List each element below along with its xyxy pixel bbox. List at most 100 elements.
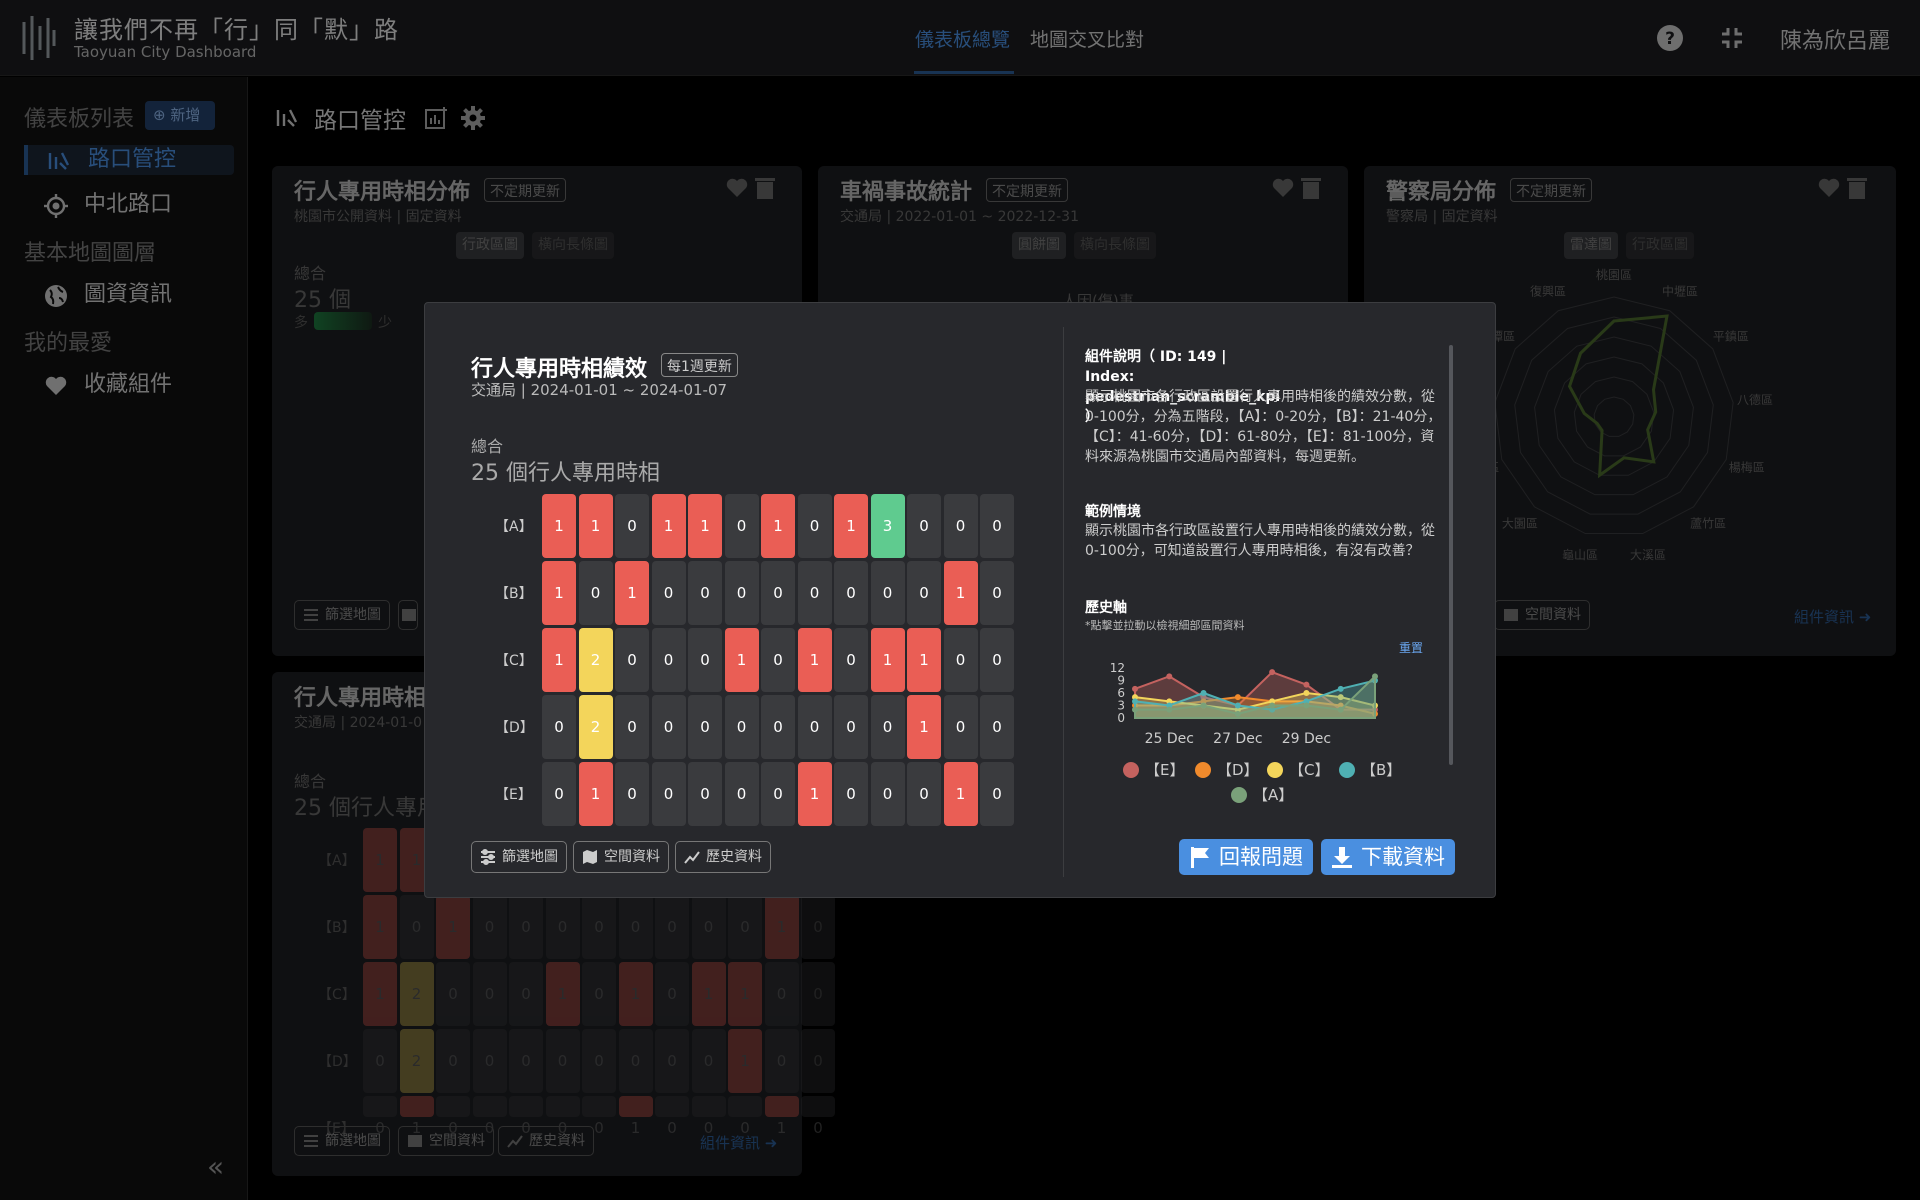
heatmap-cell[interactable]: 0 bbox=[724, 494, 759, 558]
heatmap-cell[interactable]: 1 bbox=[615, 561, 649, 625]
heatmap-cell[interactable]: 0 bbox=[980, 762, 1014, 826]
filter-map-button[interactable]: 篩選地圖 bbox=[471, 841, 567, 873]
heatmap-cell[interactable]: 0 bbox=[980, 561, 1014, 625]
heatmap-cell[interactable]: 0 bbox=[651, 561, 686, 625]
heatmap-cell[interactable]: 0 bbox=[870, 695, 905, 759]
heatmap-cell[interactable]: 2 bbox=[578, 695, 613, 759]
heatmap-cell[interactable]: 3 bbox=[870, 494, 905, 558]
heatmap-cell[interactable]: 0 bbox=[834, 561, 868, 625]
heatmap-cell[interactable]: 2 bbox=[578, 628, 613, 692]
heatmap-cell[interactable]: 1 bbox=[870, 628, 905, 692]
heatmap-cell[interactable]: 0 bbox=[834, 695, 868, 759]
heatmap-cell[interactable]: 0 bbox=[615, 762, 649, 826]
heatmap-cell[interactable]: 1 bbox=[834, 494, 868, 558]
heatmap-cell[interactable]: 1 bbox=[542, 628, 576, 692]
heatmap-cell[interactable]: 1 bbox=[542, 494, 576, 558]
heatmap-cell[interactable]: 0 bbox=[761, 561, 795, 625]
heatmap-cell[interactable]: 1 bbox=[943, 561, 978, 625]
data-point[interactable] bbox=[1132, 698, 1138, 705]
heatmap-cell[interactable]: 0 bbox=[651, 628, 686, 692]
heatmap-cell[interactable]: 1 bbox=[542, 561, 576, 625]
heatmap-cell[interactable]: 0 bbox=[980, 494, 1014, 558]
heatmap-cell[interactable]: 1 bbox=[578, 762, 613, 826]
data-point[interactable] bbox=[1337, 685, 1344, 692]
info-scrollbar[interactable] bbox=[1449, 345, 1453, 765]
heatmap-cell[interactable]: 0 bbox=[761, 628, 795, 692]
heatmap-cell[interactable]: 0 bbox=[870, 762, 905, 826]
legend-item[interactable]: 【C】 bbox=[1267, 759, 1329, 780]
heatmap-cell[interactable]: 0 bbox=[834, 762, 868, 826]
heatmap-cell[interactable]: 0 bbox=[943, 494, 978, 558]
data-point[interactable] bbox=[1303, 702, 1310, 709]
heatmap-cell[interactable]: 0 bbox=[688, 695, 722, 759]
history-chart[interactable]: 12963025 Dec 27 Dec 29 Dec bbox=[1085, 653, 1385, 753]
data-point[interactable] bbox=[1166, 706, 1173, 713]
heatmap-cell[interactable]: 1 bbox=[907, 695, 941, 759]
heatmap-cell[interactable]: 1 bbox=[688, 494, 722, 558]
data-point[interactable] bbox=[1234, 694, 1241, 701]
heatmap-cell[interactable]: 1 bbox=[943, 762, 978, 826]
heatmap-cell[interactable]: 0 bbox=[980, 628, 1014, 692]
heatmap-cell[interactable]: 0 bbox=[761, 695, 795, 759]
heatmap-cell[interactable]: 1 bbox=[651, 494, 686, 558]
data-point[interactable] bbox=[1200, 690, 1207, 696]
heatmap-cell[interactable]: 0 bbox=[943, 695, 978, 759]
legend-item[interactable]: 【E】 bbox=[1123, 759, 1184, 780]
reset-zoom-button[interactable]: 重置 bbox=[1399, 639, 1423, 656]
heatmap-cell[interactable]: 1 bbox=[797, 762, 832, 826]
heatmap-cell[interactable]: 0 bbox=[615, 695, 649, 759]
spatial-data-button[interactable]: 空間資料 bbox=[573, 841, 669, 873]
legend-item[interactable]: 【B】 bbox=[1339, 759, 1401, 780]
heatmap-cell[interactable]: 0 bbox=[724, 561, 759, 625]
legend-item[interactable]: 【D】 bbox=[1195, 759, 1259, 780]
data-point[interactable] bbox=[1269, 669, 1276, 676]
heatmap-cell[interactable]: 0 bbox=[688, 762, 722, 826]
data-point[interactable] bbox=[1166, 673, 1173, 680]
data-point[interactable] bbox=[1372, 673, 1378, 680]
data-point[interactable] bbox=[1269, 702, 1276, 709]
data-point[interactable] bbox=[1234, 710, 1241, 717]
heatmap-cell[interactable]: 0 bbox=[542, 695, 576, 759]
heatmap-cell[interactable]: 0 bbox=[797, 561, 832, 625]
heatmap-cell[interactable]: 0 bbox=[907, 494, 941, 558]
data-point[interactable] bbox=[1337, 706, 1344, 713]
legend-swatch bbox=[1195, 762, 1211, 778]
download-data-button[interactable]: 下載資料 bbox=[1321, 839, 1455, 875]
data-point[interactable] bbox=[1132, 706, 1138, 713]
heatmap-cell[interactable]: 0 bbox=[797, 494, 832, 558]
heatmap-cell[interactable]: 0 bbox=[907, 762, 941, 826]
legend-swatch bbox=[1339, 762, 1355, 778]
history-data-button[interactable]: 歷史資料 bbox=[675, 841, 771, 873]
data-point[interactable] bbox=[1132, 685, 1138, 692]
heatmap-cell[interactable]: 0 bbox=[578, 561, 613, 625]
heatmap-cell[interactable]: 0 bbox=[761, 762, 795, 826]
heatmap-cell[interactable]: 0 bbox=[615, 494, 649, 558]
heatmap-cell[interactable]: 0 bbox=[870, 561, 905, 625]
data-point[interactable] bbox=[1200, 702, 1207, 709]
widget-info-text: 顯示桃園市各行政區設置行人專用時相後的績效分數，從0-100分，分為五階段，【A… bbox=[1085, 389, 1442, 465]
heatmap-cell[interactable]: 0 bbox=[615, 628, 649, 692]
heatmap-cell[interactable]: 0 bbox=[943, 628, 978, 692]
heatmap-cell[interactable]: 1 bbox=[578, 494, 613, 558]
heatmap-cell[interactable]: 0 bbox=[688, 561, 722, 625]
heatmap-cell[interactable]: 0 bbox=[724, 695, 759, 759]
legend-item[interactable]: 【A】 bbox=[1231, 784, 1293, 805]
heatmap-cell[interactable]: 1 bbox=[761, 494, 795, 558]
heatmap-cell[interactable]: 1 bbox=[724, 628, 759, 692]
heatmap-cell[interactable]: 1 bbox=[907, 628, 941, 692]
data-point[interactable] bbox=[1303, 690, 1310, 696]
heatmap-cell[interactable]: 0 bbox=[651, 762, 686, 826]
heatmap-cell[interactable]: 0 bbox=[834, 628, 868, 692]
heatmap-cell[interactable]: 0 bbox=[797, 695, 832, 759]
data-point[interactable] bbox=[1234, 702, 1241, 709]
map-icon bbox=[583, 850, 597, 864]
heatmap-cell[interactable]: 0 bbox=[907, 561, 941, 625]
heatmap-cell[interactable]: 0 bbox=[688, 628, 722, 692]
data-point[interactable] bbox=[1303, 681, 1310, 688]
heatmap-cell[interactable]: 0 bbox=[542, 762, 576, 826]
heatmap-cell[interactable]: 0 bbox=[724, 762, 759, 826]
heatmap-cell[interactable]: 1 bbox=[797, 628, 832, 692]
report-issue-button[interactable]: 回報問題 bbox=[1179, 839, 1313, 875]
heatmap-cell[interactable]: 0 bbox=[980, 695, 1014, 759]
heatmap-cell[interactable]: 0 bbox=[651, 695, 686, 759]
